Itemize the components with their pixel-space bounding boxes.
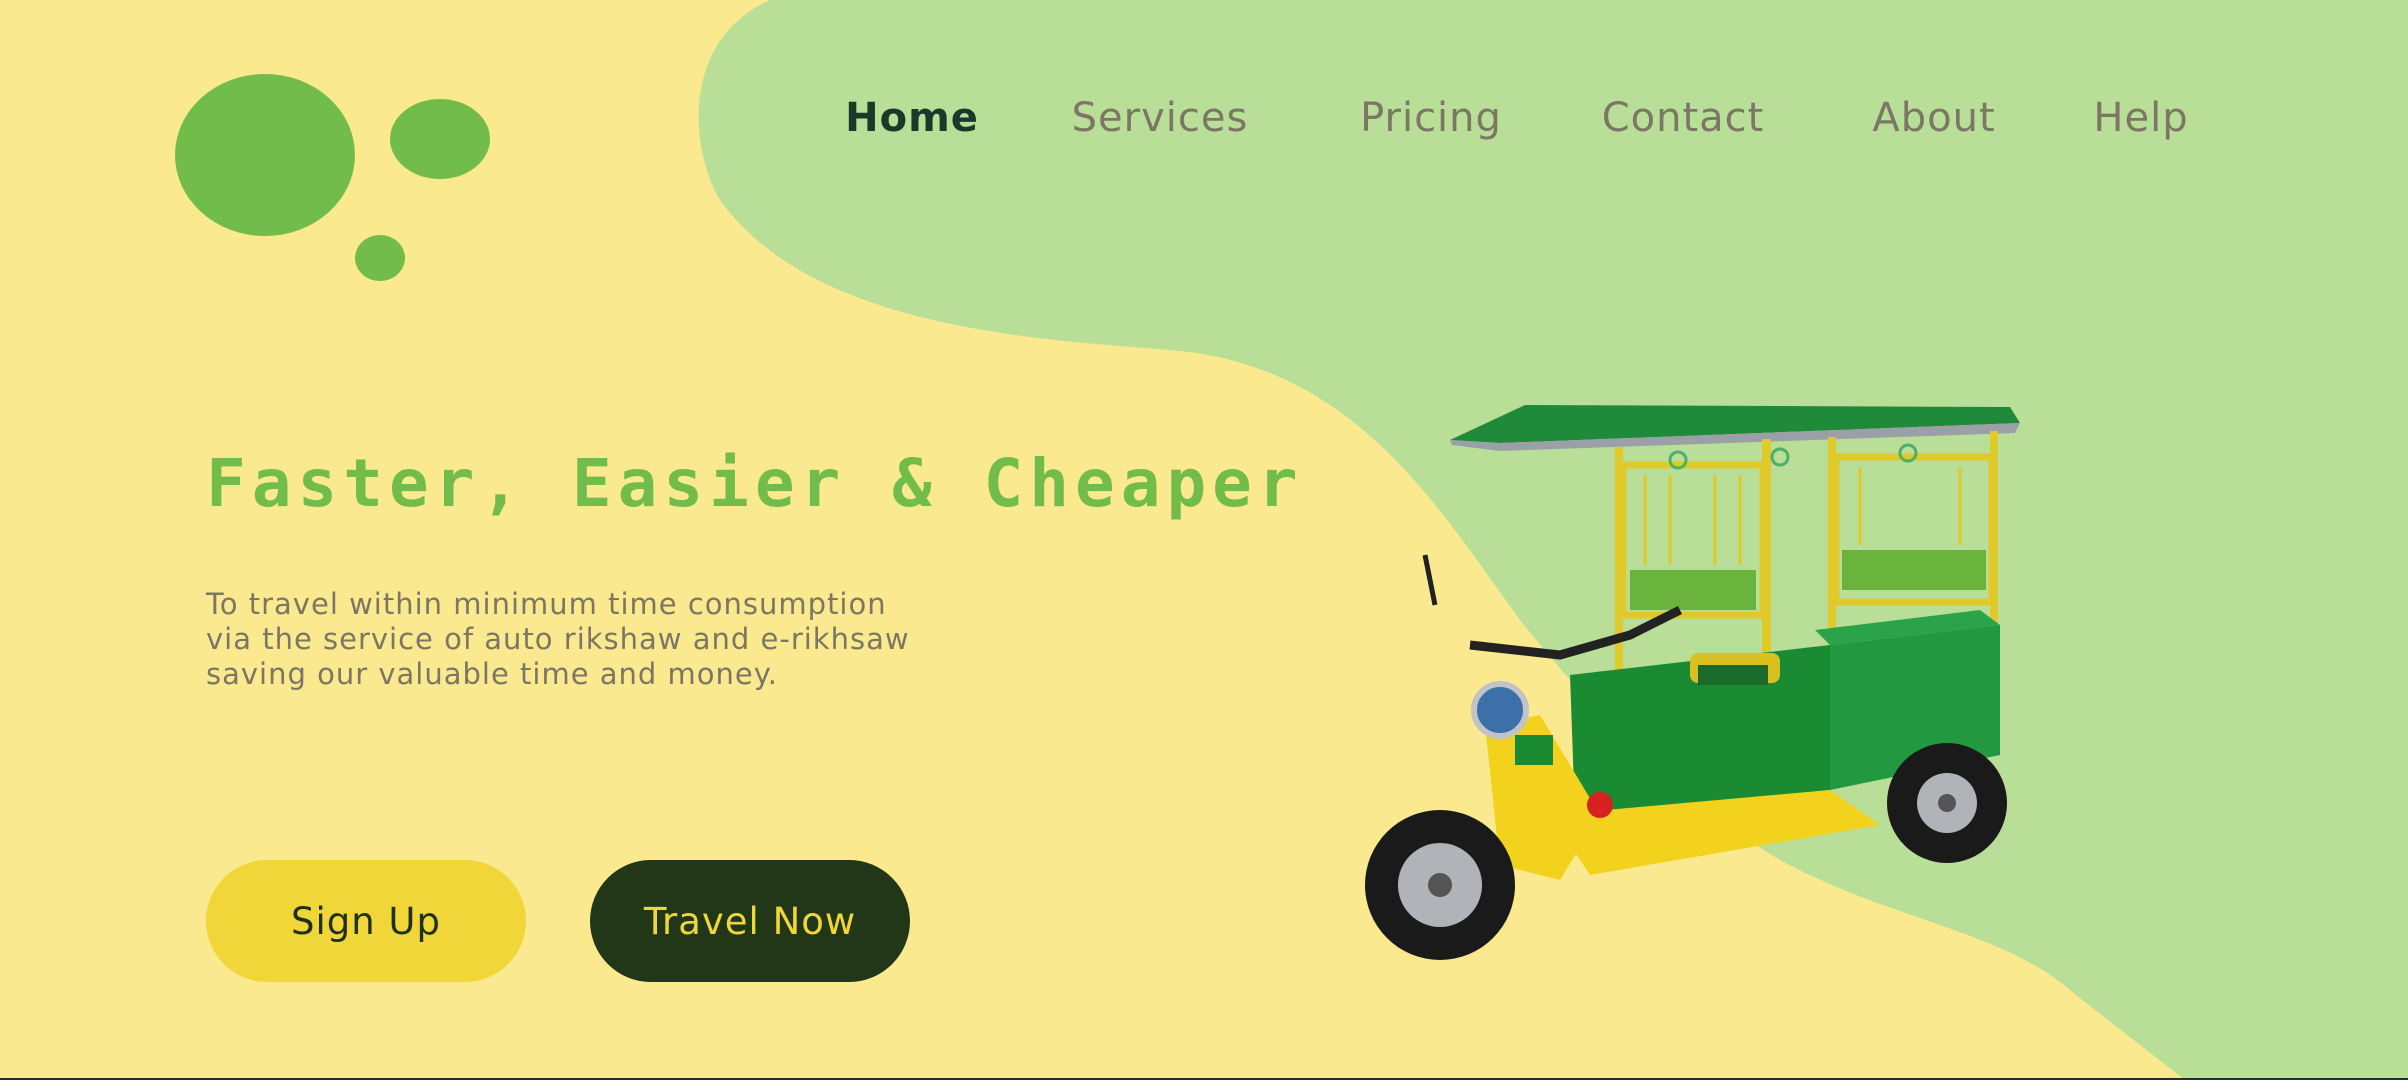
nav-contact[interactable]: Contact	[1602, 95, 1765, 141]
main-nav: Home Services Pricing Contact About Help	[0, 95, 2408, 155]
nav-help[interactable]: Help	[2093, 95, 2188, 141]
travel-now-button[interactable]: Travel Now	[590, 860, 910, 982]
hero-description-line: To travel within minimum time consumptio…	[206, 587, 887, 621]
hero-description: To travel within minimum time consumptio…	[206, 587, 926, 692]
hero-headline: Faster, Easier & Cheaper	[206, 445, 1304, 522]
nav-pricing[interactable]: Pricing	[1360, 95, 1502, 141]
nav-services[interactable]: Services	[1072, 95, 1249, 141]
hero-description-line: saving our valuable time and money.	[206, 657, 779, 691]
nav-about[interactable]: About	[1872, 95, 1995, 141]
sign-up-button[interactable]: Sign Up	[206, 860, 526, 982]
e-rickshaw-icon	[1365, 405, 2020, 960]
hero-description-line: via the service of auto rikshaw and e-ri…	[206, 622, 910, 656]
nav-home[interactable]: Home	[845, 95, 979, 141]
